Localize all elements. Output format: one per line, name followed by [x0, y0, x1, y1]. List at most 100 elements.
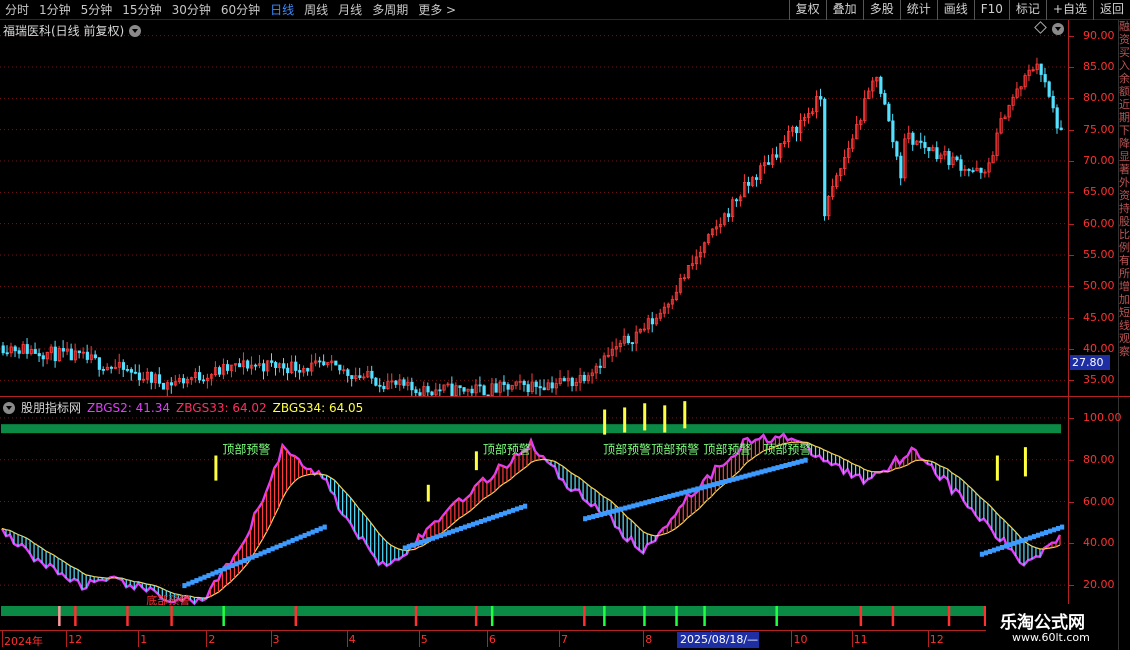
candle-body [562, 378, 566, 382]
indicator-panel[interactable]: 顶部预警 顶部预警 顶部预警 顶部预警 顶部预警 顶部预警 底部预警 股朋指标网 ZBGS2… [0, 397, 1068, 630]
blue-ma-step [438, 532, 444, 538]
period-tab-4[interactable]: 30分钟 [167, 0, 216, 20]
date-tick [66, 631, 68, 647]
indicator-tick: 100.00 [1069, 410, 1122, 424]
candle-body [149, 371, 154, 383]
toolbar-button-5[interactable]: F10 [973, 0, 1009, 20]
blue-ma-step [422, 538, 427, 544]
candle-body [462, 387, 466, 392]
blue-ma-step [202, 574, 207, 580]
indicator-menu-icon[interactable] [3, 401, 15, 414]
candle-body [1047, 81, 1051, 97]
blue-ma-step [426, 537, 431, 543]
blue-ma-step [478, 519, 484, 525]
main-chart-panel[interactable]: 福瑞医科(日线 前复权) [0, 20, 1068, 396]
blue-ma-step [214, 569, 219, 575]
candle-body [294, 361, 298, 371]
toolbar-button-6[interactable]: 标记 [1008, 0, 1046, 20]
blue-ma-step [1019, 538, 1025, 544]
blue-ma-step [647, 499, 652, 505]
indicator-tick: 20.00 [1069, 578, 1115, 592]
blue-ma-step [1015, 539, 1021, 545]
date-label: 4 [348, 633, 356, 646]
blue-ma-step [454, 527, 460, 533]
candle-body [286, 367, 290, 374]
date-label: 11 [853, 633, 868, 646]
candle-body [935, 147, 939, 160]
dropdown-circle-icon[interactable] [129, 24, 142, 37]
period-tab-1[interactable]: 1分钟 [34, 0, 76, 20]
candlestick-chart[interactable] [0, 20, 1068, 396]
blue-ma-step [418, 539, 423, 545]
candle-body [169, 382, 174, 386]
candle-body [775, 154, 779, 158]
signal-bar [623, 407, 627, 433]
candle-body [157, 374, 162, 384]
top-warning-label: 顶部预警 [763, 441, 811, 456]
price-tick: 40.00 [1069, 342, 1115, 355]
blue-ma-step [607, 509, 612, 515]
band-tick [891, 606, 895, 626]
candle-body [358, 375, 362, 378]
period-tab-7[interactable]: 周线 [299, 0, 333, 20]
price-tick: 85.00 [1069, 60, 1115, 73]
blue-ma-step [755, 470, 760, 476]
candle-body [955, 156, 959, 161]
candle-body [450, 383, 454, 396]
date-label: 12 [68, 633, 83, 646]
blue-ma-step [242, 558, 247, 564]
band-tick [643, 606, 646, 626]
candle-body [979, 167, 983, 173]
blue-ma-step [194, 578, 199, 584]
toolbar-button-7[interactable]: +自选 [1045, 0, 1093, 20]
blue-ma-step [442, 531, 448, 537]
period-tab-6[interactable]: 日线 [265, 0, 299, 20]
candle-body [382, 385, 386, 390]
date-label: 7 [561, 633, 569, 646]
indicator-chart[interactable]: 顶部预警 顶部预警 顶部预警 顶部预警 顶部预警 顶部预警底部预警 [0, 397, 1068, 630]
blue-ma-step [434, 534, 440, 540]
candle-body [13, 346, 17, 352]
period-tab-0[interactable]: 分时 [0, 0, 34, 20]
period-tab-5[interactable]: 60分钟 [216, 0, 265, 20]
period-tab-3[interactable]: 15分钟 [117, 0, 166, 20]
candle-body [747, 181, 751, 186]
toolbar-button-4[interactable]: 画线 [936, 0, 974, 20]
blue-ma-step [450, 528, 456, 534]
price-tick: 50.00 [1069, 279, 1115, 293]
candle-body [570, 377, 574, 387]
watermark: 乐淘公式网 www.60lt.com [986, 604, 1118, 650]
band-tick [859, 606, 863, 626]
candle-body [526, 384, 530, 393]
candle-body [274, 362, 278, 368]
blue-ma-step [238, 559, 243, 565]
candle-body [550, 382, 554, 389]
blue-ma-step [783, 463, 788, 469]
period-tab-8[interactable]: 月线 [333, 0, 367, 20]
date-label: 2 [208, 633, 216, 646]
panel-menu-icon[interactable] [1052, 23, 1064, 35]
toolbar-button-3[interactable]: 统计 [899, 0, 937, 20]
toolbar-button-0[interactable]: 复权 [788, 0, 826, 20]
toolbar-button-8[interactable]: 返回 [1092, 0, 1130, 20]
period-tab-10[interactable]: 更多 > [413, 0, 461, 20]
candle-body [542, 387, 546, 391]
signal-bar [995, 455, 999, 481]
candle-body [346, 369, 350, 376]
period-tab-9[interactable]: 多周期 [367, 0, 413, 20]
toolbar-button-1[interactable]: 叠加 [825, 0, 863, 20]
indicator-tick: 80.00 [1069, 452, 1115, 466]
blue-ma-step [779, 464, 784, 470]
blue-ma-step [583, 516, 588, 522]
band-tick [675, 606, 678, 626]
blue-ma-step [506, 509, 512, 515]
candle-body [482, 385, 486, 396]
indicator-name[interactable]: 股朋指标网 [21, 399, 81, 416]
date-axis: 121110987654321122024年 2025/08/18/— [0, 630, 1118, 650]
period-tab-2[interactable]: 5分钟 [76, 0, 118, 20]
date-tick [927, 631, 929, 647]
toolbar-button-2[interactable]: 多股 [862, 0, 900, 20]
blue-ma-step [198, 576, 203, 582]
blue-ma-step [470, 521, 476, 527]
date-label: 5 [420, 633, 428, 646]
